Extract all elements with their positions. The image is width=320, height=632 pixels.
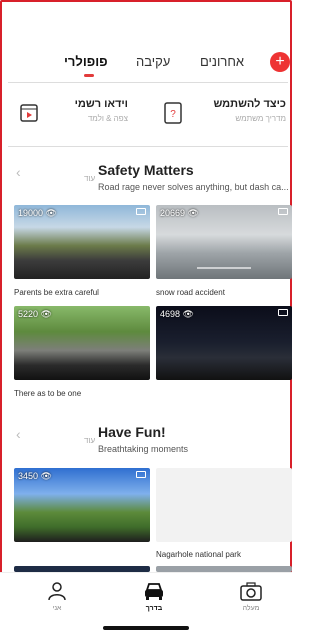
nav-upload-label: מעלה — [242, 605, 260, 612]
feature-divider — [8, 146, 288, 147]
view-count: 20669 👁 — [160, 208, 199, 218]
active-tab-indicator — [84, 74, 94, 77]
tab-following[interactable]: עקיבה — [136, 54, 170, 69]
view-count: 19000 👁 — [18, 208, 57, 218]
how-to-use-subtitle: מדריך משתמש — [235, 114, 286, 123]
person-icon — [48, 582, 66, 601]
section-title: Safety Matters — [98, 162, 194, 178]
header-divider — [8, 82, 288, 83]
car-icon — [145, 583, 163, 600]
how-to-use-title: כיצד להשתמש — [213, 98, 286, 110]
video-thumbnail[interactable]: 20669 👁 — [156, 205, 292, 279]
video-thumbnail[interactable]: 3450 👁 — [14, 468, 150, 542]
video-camera-icon — [136, 208, 146, 215]
video-caption: snow road accident — [156, 288, 225, 297]
section-more-link[interactable]: עוד — [84, 174, 95, 183]
bottom-nav: אני בדרך מעלה — [0, 572, 292, 632]
section-subtitle: Road rage never solves anything, but das… — [98, 182, 289, 192]
video-caption: There as to be one — [14, 389, 82, 398]
nav-me-label: אני — [52, 605, 62, 612]
road-line — [196, 267, 252, 269]
official-video-card[interactable]: וידאו רשמי צפה & ולמד — [48, 98, 128, 132]
chevron-left-icon: ‹ — [16, 164, 21, 180]
nav-upload[interactable]: מעלה — [231, 581, 271, 612]
tab-recent[interactable]: אחרונים — [200, 54, 244, 69]
home-indicator — [103, 626, 189, 630]
video-caption: Nagarhole national park — [156, 550, 241, 559]
nav-on-road[interactable]: בדרך — [134, 581, 174, 612]
section-title: Have Fun! — [98, 424, 166, 440]
video-play-icon — [20, 104, 38, 122]
video-thumbnail[interactable] — [156, 468, 292, 542]
help-doc-icon: ? — [164, 102, 182, 124]
video-thumbnail[interactable]: 19000 👁 — [14, 205, 150, 279]
video-thumbnail[interactable]: 4698 👁 — [156, 306, 292, 380]
how-to-use-card[interactable]: כיצד להשתמש מדריך משתמש — [196, 98, 286, 132]
nav-me[interactable]: אני — [37, 581, 77, 612]
chevron-left-icon: ‹ — [16, 426, 21, 442]
section-subtitle: Breathtaking moments — [98, 444, 189, 454]
video-thumbnail[interactable]: 5220 👁 — [14, 306, 150, 380]
video-camera-icon — [278, 208, 288, 215]
official-video-subtitle: צפה & ולמד — [87, 114, 128, 123]
view-count: 4698 👁 — [160, 309, 194, 319]
view-count: 3450 👁 — [18, 471, 52, 481]
nav-on-road-label: בדרך — [145, 605, 163, 612]
tab-popular[interactable]: פופולרי — [64, 54, 108, 69]
official-video-title: וידאו רשמי — [74, 98, 128, 110]
top-tabs: פופולרי עקיבה אחרונים — [0, 48, 292, 80]
camera-icon — [240, 582, 262, 601]
video-caption: Parents be extra careful — [14, 288, 99, 297]
section-more-link[interactable]: עוד — [84, 436, 95, 445]
svg-text:?: ? — [170, 109, 176, 120]
video-camera-icon — [278, 309, 288, 316]
video-camera-icon — [136, 471, 146, 478]
add-button[interactable]: + — [270, 52, 290, 72]
view-count: 5220 👁 — [18, 309, 52, 319]
